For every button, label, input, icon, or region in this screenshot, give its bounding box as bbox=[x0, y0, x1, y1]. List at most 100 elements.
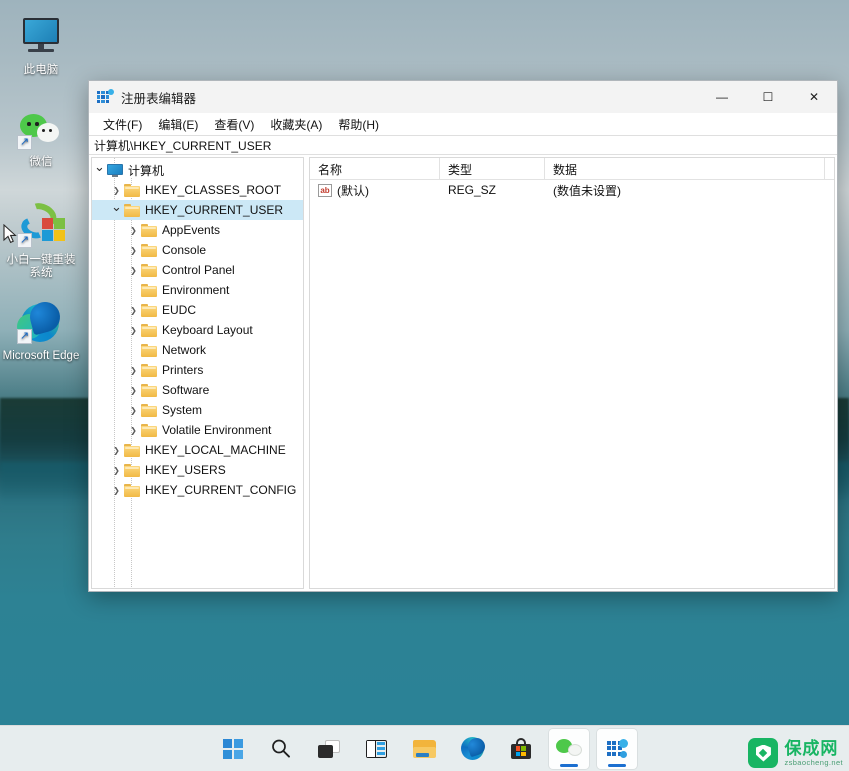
window-title-bar[interactable]: 注册表编辑器 — ☐ ✕ bbox=[89, 81, 837, 113]
chevron-right-icon[interactable] bbox=[126, 306, 141, 315]
tree-node[interactable]: 计算机 bbox=[92, 160, 303, 180]
column-header-data[interactable]: 数据 bbox=[545, 158, 825, 180]
microsoft-store-button[interactable] bbox=[501, 729, 541, 769]
chevron-down-icon[interactable] bbox=[92, 162, 107, 178]
desktop-icon-wechat[interactable]: ↗ 微信 bbox=[2, 106, 80, 169]
registry-editor-taskbar-button[interactable] bbox=[596, 728, 637, 769]
edge-icon: ↗ bbox=[17, 298, 65, 346]
tree-node-label: 计算机 bbox=[128, 163, 165, 178]
value-type-cell: REG_SZ bbox=[448, 183, 497, 197]
chevron-right-icon[interactable] bbox=[126, 326, 141, 335]
watermark: 保成网 zsbaocheng.net bbox=[748, 738, 843, 768]
window-title: 注册表编辑器 bbox=[121, 91, 197, 106]
chevron-right-icon[interactable] bbox=[126, 406, 141, 415]
menu-item-edit[interactable]: 编辑(E) bbox=[150, 114, 206, 135]
watermark-url: zsbaocheng.net bbox=[784, 757, 843, 767]
tree-node[interactable]: HKEY_CLASSES_ROOT bbox=[92, 180, 303, 200]
tree-node[interactable]: Volatile Environment bbox=[92, 420, 303, 440]
folder-icon bbox=[141, 283, 157, 297]
folder-icon bbox=[141, 263, 157, 277]
folder-icon bbox=[124, 463, 140, 477]
tree-node-label: EUDC bbox=[162, 303, 197, 317]
tree-node-label: Environment bbox=[162, 283, 230, 297]
close-button[interactable]: ✕ bbox=[791, 81, 837, 113]
registry-editor-window[interactable]: 注册表编辑器 — ☐ ✕ 文件(F) 编辑(E) 查看(V) 收藏夹(A) 帮助… bbox=[88, 80, 838, 592]
tree-node[interactable]: HKEY_CURRENT_USER bbox=[92, 200, 303, 220]
tree-node[interactable]: Network bbox=[92, 340, 303, 360]
registry-editor-icon bbox=[97, 89, 114, 105]
arrow-cursor bbox=[3, 224, 17, 244]
tree-node[interactable]: Console bbox=[92, 240, 303, 260]
tree-node[interactable]: Software bbox=[92, 380, 303, 400]
chevron-right-icon[interactable] bbox=[109, 186, 124, 195]
tree-node[interactable]: EUDC bbox=[92, 300, 303, 320]
chevron-right-icon[interactable] bbox=[126, 366, 141, 375]
tree-node-label: Software bbox=[162, 383, 210, 397]
tree-node-label: System bbox=[162, 403, 203, 417]
value-data-cell: (数值未设置) bbox=[553, 183, 621, 198]
minimize-button[interactable]: — bbox=[699, 81, 745, 113]
tree-node[interactable]: HKEY_USERS bbox=[92, 460, 303, 480]
tree-node[interactable]: System bbox=[92, 400, 303, 420]
menu-item-file[interactable]: 文件(F) bbox=[95, 114, 150, 135]
start-button[interactable] bbox=[213, 729, 253, 769]
search-button[interactable] bbox=[261, 729, 301, 769]
chevron-right-icon[interactable] bbox=[109, 466, 124, 475]
tree-node[interactable]: HKEY_CURRENT_CONFIG bbox=[92, 480, 303, 500]
value-row[interactable]: ab (默认) REG_SZ (数值未设置) bbox=[310, 180, 834, 200]
chevron-right-icon[interactable] bbox=[109, 446, 124, 455]
registry-values-pane[interactable]: 名称 类型 数据 ab (默认) REG_SZ (数值未设置) bbox=[309, 157, 835, 589]
desktop-icon-label: Microsoft Edge bbox=[2, 350, 80, 362]
tree-node[interactable]: Environment bbox=[92, 280, 303, 300]
folder-icon bbox=[141, 383, 157, 397]
folder-icon bbox=[141, 403, 157, 417]
tree-node[interactable]: AppEvents bbox=[92, 220, 303, 240]
chevron-right-icon[interactable] bbox=[109, 486, 124, 495]
maximize-button[interactable]: ☐ bbox=[745, 81, 791, 113]
desktop-icon-edge[interactable]: ↗ Microsoft Edge bbox=[2, 298, 80, 363]
address-bar[interactable]: 计算机\HKEY_CURRENT_USER bbox=[89, 135, 837, 155]
file-explorer-button[interactable] bbox=[405, 729, 445, 769]
desktop-icon-label: 小白一键重装系统 bbox=[6, 254, 76, 279]
tree-node[interactable]: Control Panel bbox=[92, 260, 303, 280]
tree-node-label: HKEY_CURRENT_USER bbox=[145, 203, 284, 217]
folder-icon bbox=[141, 323, 157, 337]
task-view-button[interactable] bbox=[309, 729, 349, 769]
chevron-right-icon[interactable] bbox=[126, 226, 141, 235]
wechat-taskbar-button[interactable] bbox=[548, 728, 589, 769]
tree-node[interactable]: HKEY_LOCAL_MACHINE bbox=[92, 440, 303, 460]
value-name-cell: ab (默认) bbox=[310, 180, 440, 200]
edge-button[interactable] bbox=[453, 729, 493, 769]
chevron-right-icon[interactable] bbox=[126, 266, 141, 275]
menu-bar[interactable]: 文件(F) 编辑(E) 查看(V) 收藏夹(A) 帮助(H) bbox=[89, 113, 837, 135]
folder-icon bbox=[124, 203, 140, 217]
tree-node-label: Volatile Environment bbox=[162, 423, 272, 437]
values-column-header[interactable]: 名称 类型 数据 bbox=[310, 158, 834, 180]
tree-node[interactable]: Keyboard Layout bbox=[92, 320, 303, 340]
tree-node-label: HKEY_CURRENT_CONFIG bbox=[145, 483, 297, 497]
taskbar[interactable] bbox=[0, 725, 849, 771]
desktop-icon-this-pc[interactable]: 此电脑 bbox=[2, 14, 80, 77]
window-controls[interactable]: — ☐ ✕ bbox=[699, 81, 837, 113]
desktop-icon-label: 微信 bbox=[29, 156, 53, 168]
tree-node-label: Control Panel bbox=[162, 263, 235, 277]
column-header-type[interactable]: 类型 bbox=[440, 158, 545, 180]
menu-item-favorites[interactable]: 收藏夹(A) bbox=[262, 114, 330, 135]
menu-item-help[interactable]: 帮助(H) bbox=[330, 114, 387, 135]
folder-icon bbox=[141, 363, 157, 377]
shortcut-arrow-icon: ↗ bbox=[17, 233, 32, 248]
tree-node-label: Network bbox=[162, 343, 207, 357]
shortcut-arrow-icon: ↗ bbox=[17, 329, 32, 344]
chevron-down-icon[interactable] bbox=[109, 202, 124, 218]
monitor-icon bbox=[17, 14, 65, 60]
folder-icon bbox=[141, 423, 157, 437]
chevron-right-icon[interactable] bbox=[126, 246, 141, 255]
registry-tree-pane[interactable]: 计算机 HKEY_CLASSES_ROOT HKEY_CURRENT_USER App… bbox=[91, 157, 304, 589]
tree-node[interactable]: Printers bbox=[92, 360, 303, 380]
widgets-button[interactable] bbox=[357, 729, 397, 769]
column-header-name[interactable]: 名称 bbox=[310, 158, 440, 180]
chevron-right-icon[interactable] bbox=[126, 426, 141, 435]
tree-node-label: AppEvents bbox=[162, 223, 221, 237]
chevron-right-icon[interactable] bbox=[126, 386, 141, 395]
menu-item-view[interactable]: 查看(V) bbox=[206, 114, 262, 135]
